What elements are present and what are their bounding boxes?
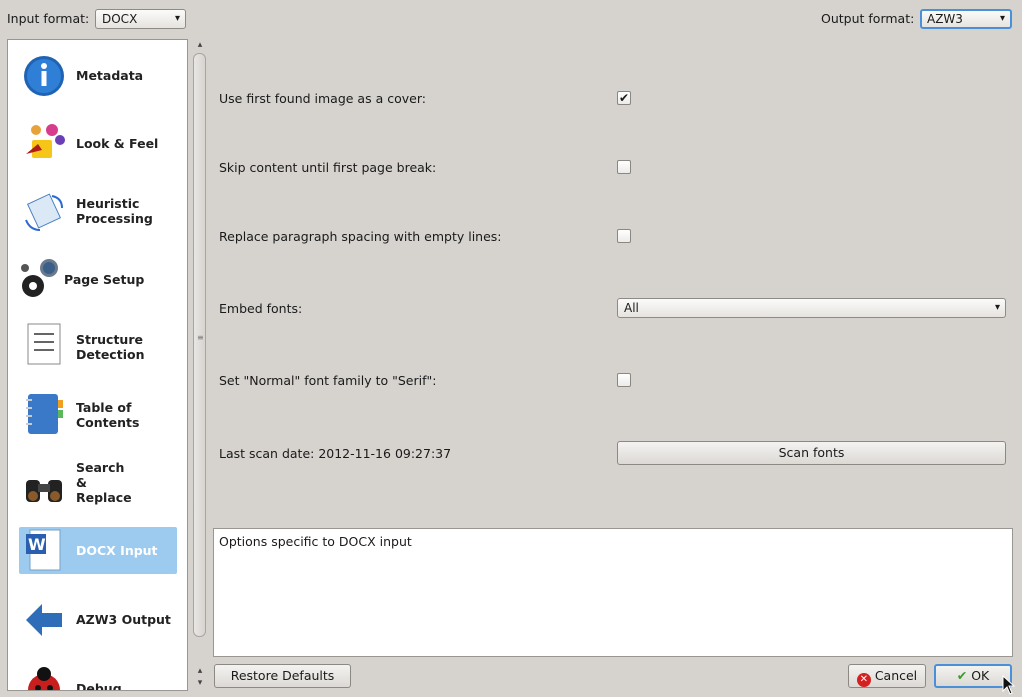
embed-fonts-label: Embed fonts: (219, 301, 303, 316)
sidebar-item-label: Metadata (76, 68, 144, 83)
output-format-select[interactable]: AZW3 ▾ (920, 9, 1012, 29)
output-format-label: Output format: (821, 11, 915, 26)
sidebar-item-table-of-contents[interactable]: Table of Contents (19, 388, 177, 444)
serif-checkbox[interactable] (617, 373, 631, 387)
ladybug-icon (28, 667, 60, 690)
sidebar-item-search-replace[interactable]: Search & Replace (19, 456, 177, 516)
input-format-select[interactable]: DOCX ▾ (95, 9, 186, 29)
sidebar-item-heuristic-processing[interactable]: Heuristic Processing (19, 184, 177, 240)
sidebar-item-debug[interactable]: Debug (19, 660, 177, 691)
document-icon (27, 323, 61, 365)
sidebar-scrollbar[interactable]: ▴ ≡ ▴ ▾ (192, 39, 208, 690)
scan-fonts-button[interactable]: Scan fonts (617, 441, 1006, 465)
svg-text:W: W (28, 535, 46, 554)
sidebar-item-label: Search & Replace (76, 460, 132, 505)
sidebar-item-label: Debug (76, 681, 122, 691)
chevron-down-icon: ▾ (174, 13, 180, 24)
replace-spacing-checkbox[interactable] (617, 229, 631, 243)
cover-checkbox[interactable]: ✔ (617, 91, 631, 105)
output-format-value: AZW3 (927, 12, 963, 26)
serif-option-label: Set "Normal" font family to "Serif": (219, 373, 437, 388)
input-format-value: DOCX (102, 12, 138, 26)
restore-defaults-button[interactable]: Restore Defaults (214, 664, 351, 688)
gears-icon (21, 259, 58, 297)
grip-icon: ≡ (197, 333, 204, 342)
notebook-icon (26, 394, 63, 434)
sidebar-item-label: Structure Detection (76, 332, 145, 362)
chevron-down-icon: ▾ (994, 302, 1000, 313)
input-format-label: Input format: (7, 11, 90, 26)
sidebar-item-metadata[interactable]: Metadata (19, 48, 177, 104)
scroll-down-icon[interactable]: ▾ (194, 677, 206, 689)
cancel-button[interactable]: ✕ Cancel (848, 664, 926, 688)
skip-checkbox[interactable] (617, 160, 631, 174)
arrow-left-icon (26, 604, 62, 636)
help-description: Options specific to DOCX input (213, 528, 1013, 657)
sidebar-item-page-setup[interactable]: Page Setup (19, 252, 177, 308)
chevron-down-icon: ▾ (999, 13, 1005, 24)
sidebar-item-label: Page Setup (64, 272, 145, 287)
sidebar-item-label: Look & Feel (76, 136, 159, 151)
word-document-icon: W (26, 529, 61, 571)
paint-icon (26, 124, 65, 158)
mouse-cursor-icon (1002, 675, 1016, 695)
sidebar-item-structure-detection[interactable]: Structure Detection (19, 320, 177, 376)
sidebar-item-label: Heuristic Processing (76, 196, 153, 226)
category-sidebar[interactable]: Metadata Look & Feel Heuristic Processin… (7, 39, 188, 691)
sidebar-item-look-feel[interactable]: Look & Feel (19, 116, 177, 172)
last-scan-date: Last scan date: 2012-11-16 09:27:37 (219, 446, 452, 461)
sidebar-item-label: AZW3 Output (76, 612, 171, 627)
heuristic-icon (25, 193, 63, 231)
ok-button[interactable]: ✔ OK (934, 664, 1012, 688)
sidebar-item-docx-input[interactable]: W DOCX Input (19, 527, 177, 574)
checkmark-icon: ✔ (956, 668, 968, 683)
info-icon (24, 56, 64, 96)
cancel-icon: ✕ (856, 673, 871, 687)
skip-option-label: Skip content until first page break: (219, 160, 437, 175)
sidebar-item-label: DOCX Input (76, 543, 158, 558)
sidebar-item-azw3-output[interactable]: AZW3 Output (19, 592, 177, 648)
scrollbar-thumb[interactable]: ≡ (193, 53, 206, 637)
ok-label: OK (971, 668, 990, 683)
replace-spacing-label: Replace paragraph spacing with empty lin… (219, 229, 502, 244)
sidebar-item-label: Table of Contents (76, 400, 140, 430)
scroll-up-icon[interactable]: ▴ (194, 39, 206, 51)
cancel-label: Cancel (874, 668, 918, 683)
cover-option-label: Use first found image as a cover: (219, 91, 426, 106)
embed-fonts-value: All (624, 301, 639, 315)
binoculars-icon (26, 480, 62, 502)
scroll-down-icon[interactable]: ▴ (194, 665, 206, 677)
embed-fonts-select[interactable]: All ▾ (617, 298, 1006, 318)
